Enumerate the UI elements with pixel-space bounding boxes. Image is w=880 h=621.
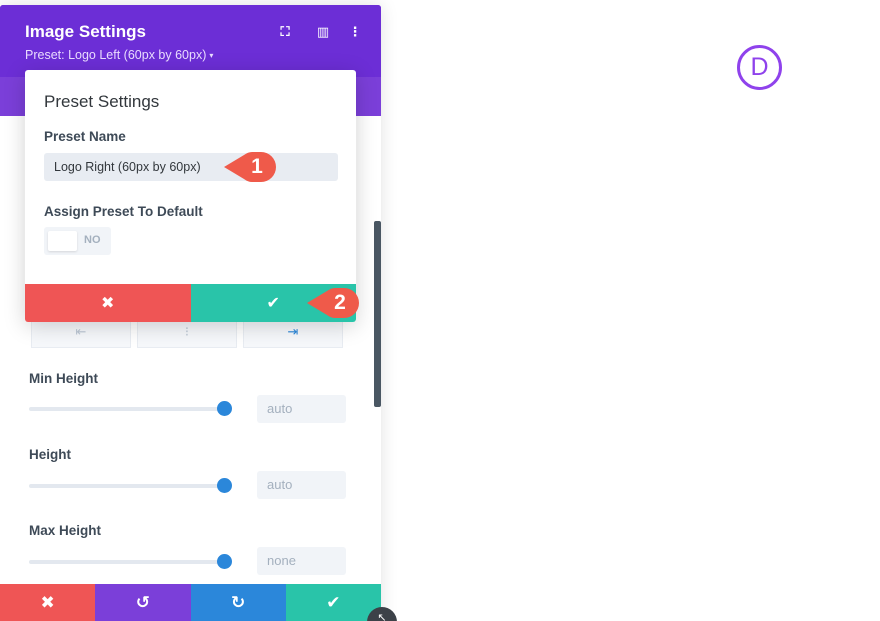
redo-button[interactable]: ↻: [190, 584, 286, 621]
redo-icon: ↻: [231, 592, 246, 612]
step-number: 2: [334, 291, 346, 314]
panel-title: Image Settings: [25, 22, 146, 41]
popup-title: Preset Settings: [44, 92, 160, 111]
slider-handle[interactable]: [217, 401, 232, 416]
checkmark-icon: ✔: [266, 295, 280, 312]
step-callout-1: 1: [222, 150, 278, 184]
align-right-icon: ⇥: [287, 324, 299, 339]
close-icon: ✖: [40, 592, 55, 612]
divi-logo: D: [737, 45, 782, 90]
min-height-slider[interactable]: [29, 401, 232, 416]
undo-icon: ↺: [135, 592, 150, 612]
undo-button[interactable]: ↺: [95, 584, 191, 621]
panel-scrollbar[interactable]: [374, 221, 381, 407]
page: Image Settings Preset: Logo Left (60px b…: [0, 0, 880, 621]
max-height-label: Max Height: [29, 523, 102, 538]
checkmark-icon: ✔: [326, 592, 341, 612]
toggle-knob: [48, 231, 77, 251]
step-callout-2: 2: [305, 286, 361, 320]
preset-settings-popup: Preset Settings Preset Name Logo Right (…: [25, 70, 356, 322]
preset-name-label: Preset Name: [44, 129, 126, 144]
discard-button[interactable]: ✖: [0, 584, 96, 621]
step-number: 1: [251, 155, 263, 178]
chevron-down-icon: ▾: [209, 51, 214, 60]
preset-selector[interactable]: Preset: Logo Left (60px by 60px) ▾: [25, 48, 213, 62]
align-left-icon: ⇤: [75, 324, 87, 339]
max-height-input[interactable]: none: [257, 547, 346, 575]
close-icon: ✖: [101, 295, 115, 312]
split-view-icon[interactable]: ▥: [315, 24, 331, 40]
assign-default-label: Assign Preset To Default: [44, 204, 203, 219]
min-height-input[interactable]: auto: [257, 395, 346, 423]
assign-default-toggle[interactable]: NO: [44, 227, 111, 255]
toggle-state-text: NO: [84, 234, 101, 246]
height-slider[interactable]: [29, 478, 232, 493]
focus-mode-icon[interactable]: ⛶: [277, 24, 293, 40]
align-left-button[interactable]: ⇤: [31, 318, 131, 348]
preset-selector-label: Preset: Logo Left (60px by 60px): [25, 48, 207, 62]
slider-handle[interactable]: [217, 554, 232, 569]
slider-handle[interactable]: [217, 478, 232, 493]
save-button[interactable]: ✔: [285, 584, 381, 621]
height-input[interactable]: auto: [257, 471, 346, 499]
popup-cancel-button[interactable]: ✖: [25, 284, 191, 322]
max-height-slider[interactable]: [29, 554, 232, 569]
min-height-label: Min Height: [29, 371, 98, 386]
align-right-button[interactable]: ⇥: [243, 318, 343, 348]
height-label: Height: [29, 447, 71, 462]
preset-name-input[interactable]: Logo Right (60px by 60px): [44, 153, 338, 181]
align-center-icon: ⁝: [184, 324, 190, 339]
panel-footer: ✖ ↺ ↻ ✔: [0, 584, 381, 621]
more-options-icon[interactable]: ⋮: [347, 24, 363, 40]
align-center-button[interactable]: ⁝: [137, 318, 237, 348]
